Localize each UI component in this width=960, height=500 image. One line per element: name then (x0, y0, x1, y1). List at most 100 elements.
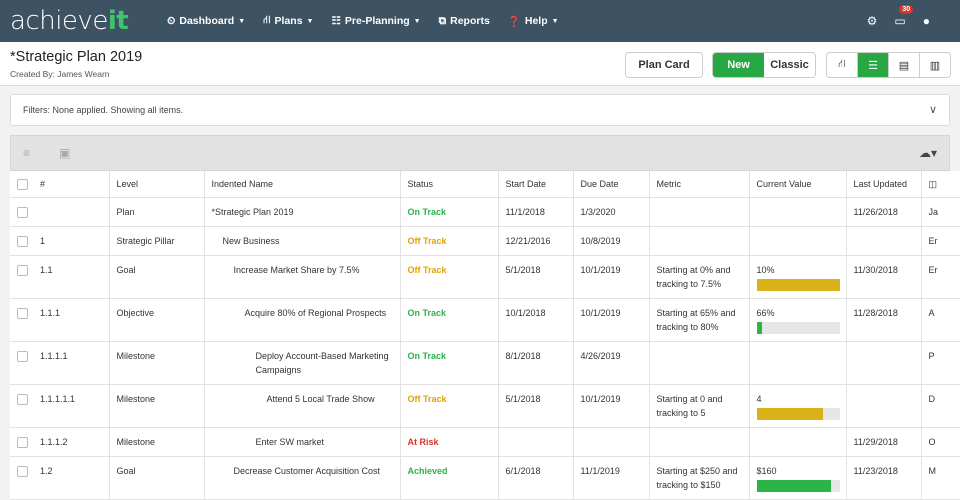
owner-cell: Er (921, 226, 960, 256)
owner-cell: Ja (921, 197, 960, 227)
row-checkbox[interactable] (17, 350, 28, 362)
column-settings-icon[interactable]: ◫ (921, 171, 960, 198)
start-date-cell: 10/1/2018 (498, 298, 574, 342)
detail-view-icon[interactable]: ▤ (889, 53, 920, 77)
row-number-cell: 1.1.1.2 (10, 427, 110, 457)
notifications-icon[interactable]: ▭ 30 (894, 5, 914, 28)
list-view-icon[interactable]: ☰ (858, 53, 889, 77)
new-view-button[interactable]: New (713, 53, 764, 77)
chart-view-icon[interactable]: ▥ (920, 53, 950, 77)
level-cell-text: Milestone (116, 436, 156, 447)
row-checkbox[interactable] (17, 436, 28, 448)
nav-help[interactable]: ❓ Help ▼ (499, 14, 568, 28)
download-cloud-icon[interactable]: ☁▾ (919, 146, 937, 160)
table-row[interactable]: 1.1 Goal Increase Market Share by 7.5% Off … (10, 255, 960, 299)
nav-plans[interactable]: ⛙ Plans ▼ (254, 14, 322, 28)
due-date-cell: 10/8/2019 (573, 226, 650, 256)
name-cell-text[interactable]: Deploy Account-Based Marketing Campaigns (212, 349, 393, 377)
column-header[interactable]: Last Updated (846, 171, 922, 198)
caret-down-icon: ▼ (238, 17, 246, 25)
name-cell-text[interactable]: New Business (212, 234, 393, 248)
column-header[interactable]: Status (400, 171, 499, 198)
row-checkbox[interactable] (17, 393, 28, 405)
progress-bar (756, 278, 840, 291)
name-cell-text[interactable]: *Strategic Plan 2019 (212, 205, 393, 219)
start-date-cell (498, 427, 574, 457)
status-cell: Off Track (400, 384, 499, 428)
row-checkbox[interactable] (17, 307, 28, 319)
reports-icon: ⧉ (438, 14, 447, 27)
start-date-cell-text: 8/1/2018 (505, 350, 541, 361)
name-cell-text[interactable]: Attend 5 Local Trade Show (212, 392, 393, 406)
row-number: 1.1.1.1.1 (40, 393, 76, 404)
table-row[interactable]: 1 Strategic Pillar New Business Off Track 12… (10, 226, 960, 256)
name-cell-text[interactable]: Enter SW market (212, 435, 393, 449)
nav-label: Dashboard (179, 15, 235, 27)
table-row[interactable]: Plan *Strategic Plan 2019 On Track 11/1/201… (10, 197, 960, 227)
user-icon[interactable]: ● (923, 14, 930, 28)
column-header-label: Start Date (505, 178, 547, 189)
column-header-label: # (40, 178, 46, 189)
classic-view-button[interactable]: Classic (764, 53, 815, 77)
due-date-cell: 11/1/2019 (573, 456, 650, 500)
plan-card-button[interactable]: Plan Card (625, 52, 703, 78)
status-cell-text: At Risk (407, 436, 439, 447)
table-row[interactable]: 1.1.1 Objective Acquire 80% of Regional Pr… (10, 298, 960, 342)
name-cell-text[interactable]: Increase Market Share by 7.5% (212, 263, 393, 277)
last-updated-cell (846, 226, 922, 256)
table-row[interactable]: 1.2 Goal Decrease Customer Acquisition Cos… (10, 456, 960, 500)
level-cell-text: Goal (116, 264, 136, 275)
help-icon: ❓ (507, 15, 521, 28)
metric-cell: Starting at $250 and tracking to $150 (649, 456, 750, 500)
chevron-down-icon[interactable]: ∨ (929, 103, 937, 116)
nav-dashboard[interactable]: ⏲ Dashboard ▼ (158, 14, 254, 28)
filters-bar[interactable]: Filters: None applied. Showing all items… (10, 94, 950, 126)
last-updated-cell-text: 11/26/2018 (853, 206, 898, 217)
start-date-cell: 5/1/2018 (498, 384, 574, 428)
column-header[interactable]: Due Date (573, 171, 650, 198)
row-number-cell: 1.2 (10, 456, 110, 500)
nav-reports[interactable]: ⧉ Reports (430, 14, 499, 28)
logo[interactable]: achieveit (10, 6, 129, 36)
column-header[interactable]: Current Value (749, 171, 847, 198)
status-cell-text: Off Track (407, 264, 447, 275)
row-checkbox[interactable] (17, 235, 28, 247)
settings-gear-icon[interactable]: ⚙ (867, 14, 878, 28)
main-nav: ⏲ Dashboard ▼ ⛙ Plans ▼ ☷ Pre-Planning ▼ ⧉ Reports… (158, 14, 567, 28)
sitemap-icon: ⛙ (263, 14, 271, 26)
current-value-cell (749, 197, 847, 227)
owner-cell: Er (921, 255, 960, 299)
column-header[interactable]: Indented Name (204, 171, 401, 198)
table-row[interactable]: 1.1.1.2 Milestone Enter SW market At Risk 11… (10, 427, 960, 457)
row-checkbox[interactable] (17, 264, 28, 276)
progress-bar (756, 479, 840, 492)
name-cell: Increase Market Share by 7.5% (204, 255, 401, 299)
due-date-cell-text: 10/1/2019 (580, 264, 621, 275)
progress-fill (756, 321, 763, 334)
table-row[interactable]: 1.1.1.1.1 Milestone Attend 5 Local Trade S… (10, 384, 960, 428)
metric-cell-text: Starting at $250 and tracking to $150 (656, 465, 738, 490)
hierarchy-view-icon[interactable]: ⛙ (827, 53, 858, 77)
table-row[interactable]: 1.1.1.1 Milestone Deploy Account-Based Mar… (10, 341, 960, 385)
column-header-label: Indented Name (211, 178, 274, 189)
status-cell: Off Track (400, 226, 499, 256)
calendar-check-icon[interactable]: ▣ (59, 146, 70, 160)
start-date-cell: 5/1/2018 (498, 255, 574, 299)
column-header[interactable]: Start Date (498, 171, 574, 198)
start-date-cell-text: 5/1/2018 (505, 264, 541, 275)
bulk-edit-icon[interactable]: ≡ (23, 146, 30, 160)
nav-pre-planning[interactable]: ☷ Pre-Planning ▼ (322, 14, 429, 28)
column-header[interactable]: Level (109, 171, 205, 198)
column-header-label: Metric (656, 178, 682, 189)
column-header[interactable]: Metric (649, 171, 750, 198)
row-checkbox[interactable] (17, 465, 28, 477)
select-all-checkbox[interactable] (17, 178, 28, 190)
last-updated-cell: 11/30/2018 (846, 255, 922, 299)
row-checkbox[interactable] (17, 206, 28, 218)
people-icon: ☷ (331, 15, 341, 27)
name-cell-text[interactable]: Acquire 80% of Regional Prospects (212, 306, 393, 320)
column-header[interactable]: # (10, 171, 110, 198)
level-cell: Plan (109, 197, 205, 227)
row-number: 1.1.1.1 (40, 350, 68, 361)
column-header-label: Due Date (580, 178, 619, 189)
